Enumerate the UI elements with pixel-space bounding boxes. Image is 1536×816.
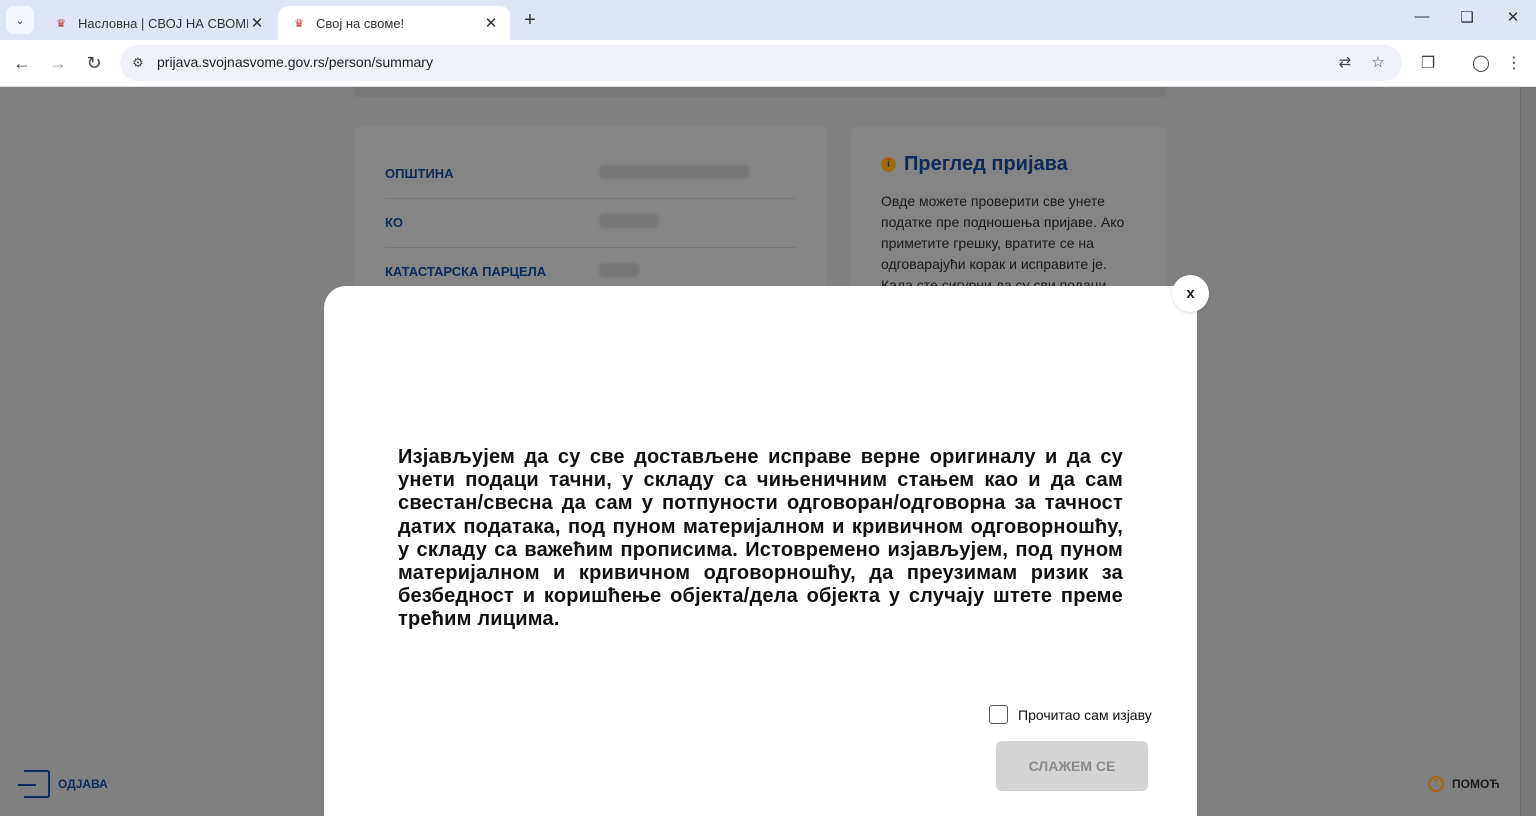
close-window-icon[interactable]: ✕ [1501,8,1525,26]
read-checkbox[interactable] [989,705,1008,724]
address-bar[interactable]: ⚙ prijava.svojnasvome.gov.rs/person/summ… [120,45,1402,81]
declaration-modal: Изјављујем да су све достављене исправе … [324,286,1197,816]
read-checkbox-label[interactable]: Прочитао сам изјаву [1018,707,1152,723]
coat-of-arms-icon: ♛ [56,17,66,30]
tab-title: Свој на своме! [316,15,405,31]
minimize-icon[interactable]: — [1410,8,1434,25]
logout-button[interactable]: ОДЈАВА [18,770,108,798]
chevron-down-icon: ⌄ [15,14,25,27]
tab-close-button[interactable]: ✕ [248,14,266,32]
summary-row-opstina: ОПШТИНА [385,150,795,199]
blurred-value [599,214,659,228]
tab-close-button[interactable]: ✕ [482,14,500,32]
declaration-text: Изјављујем да су све достављене исправе … [398,446,1123,631]
tab-svoj-na-svome[interactable]: ♛ Свој на своме! ✕ [278,6,510,40]
star-icon[interactable]: ☆ [1367,53,1389,73]
field-label: КО [385,215,404,230]
coat-of-arms-icon: ♛ [294,17,304,30]
translate-icon[interactable]: ⇄ [1334,53,1356,73]
help-icon: ? [1428,776,1444,792]
tab-strip: ⌄ ♛ Насловна | СВОЈ НА СВОМЕ ✕ ♛ Свој на… [0,0,1536,40]
field-label: ОПШТИНА [385,166,454,181]
page-scrollbar[interactable] [1520,87,1536,816]
logout-label: ОДЈАВА [58,777,108,791]
reload-icon[interactable]: ↻ [82,51,106,75]
tab-title: Насловна | СВОЈ НА СВОМЕ [78,15,248,31]
info-icon: i [881,157,896,172]
restore-icon[interactable]: ❏ [1455,8,1479,26]
blurred-value [599,165,749,179]
forward-arrow-icon[interactable]: → [46,51,70,75]
header-card-edge [354,87,1166,97]
profile-icon[interactable]: ◯ [1469,52,1493,76]
field-label: КАТАСТАРСКА ПАРЦЕЛА [385,264,547,279]
help-button[interactable]: ? ПОМОЋ [1428,776,1500,792]
browser-toolbar: ← → ↻ ⚙ prijava.svojnasvome.gov.rs/perso… [0,40,1536,87]
site-settings-icon[interactable]: ⚙ [128,53,148,73]
blurred-value [599,263,639,277]
menu-kebab-icon[interactable]: ⋮ [1502,52,1526,76]
back-arrow-icon[interactable]: ← [10,51,34,75]
review-info-card: i Преглед пријава Овде можете проверити … [851,127,1166,307]
logout-icon [18,770,50,798]
summary-row-ko: КО [385,199,795,248]
help-label: ПОМОЋ [1452,777,1500,791]
tab-naslovna[interactable]: ♛ Насловна | СВОЈ НА СВОМЕ ✕ [40,6,276,40]
review-description: Овде можете проверити све унете податке … [881,193,1125,293]
read-confirmation[interactable]: Прочитао сам изјаву [989,705,1152,724]
modal-close-button[interactable]: x [1172,275,1209,312]
agree-button[interactable]: СЛАЖЕМ СЕ [996,741,1148,791]
review-title: Преглед пријава [904,153,1068,175]
extensions-icon[interactable]: ❒ [1416,52,1440,76]
url-text[interactable]: prijava.svojnasvome.gov.rs/person/summar… [157,54,433,70]
tab-search-button[interactable]: ⌄ [6,6,34,34]
new-tab-button[interactable]: + [518,8,542,32]
